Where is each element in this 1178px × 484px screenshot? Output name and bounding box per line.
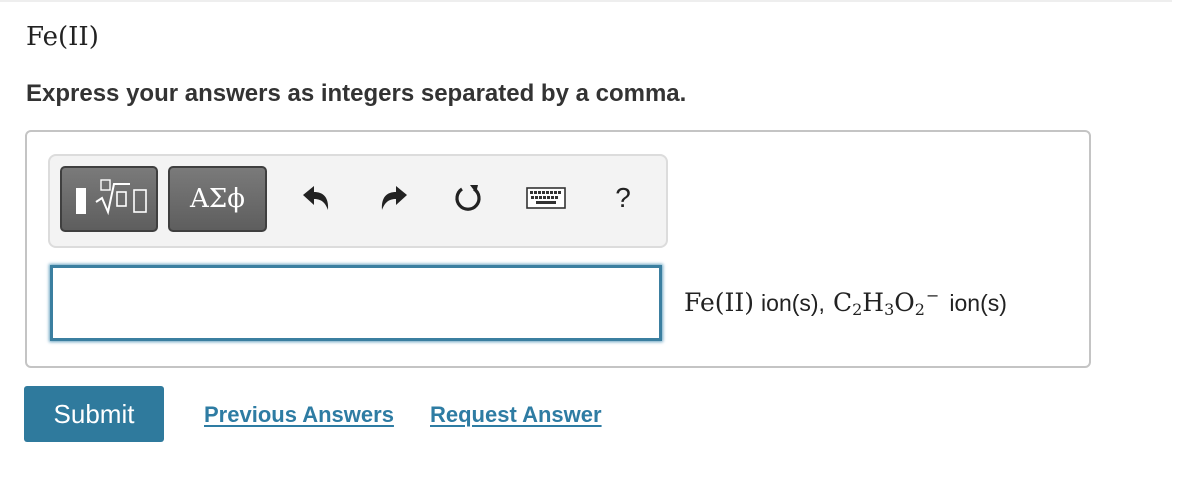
keyboard-icon <box>526 187 566 209</box>
greek-symbols-button[interactable]: ΑΣϕ <box>168 166 267 232</box>
keyboard-button[interactable] <box>524 176 568 220</box>
undo-button[interactable] <box>294 176 338 220</box>
submit-button[interactable]: Submit <box>24 386 164 442</box>
redo-button[interactable] <box>372 176 416 220</box>
ion1-name: Fe(II) <box>684 288 755 317</box>
answer-units: Fe(II) ion(s), C2H3O2− ion(s) <box>684 286 1007 319</box>
answer-instruction: Express your answers as integers separat… <box>26 80 687 107</box>
answer-input[interactable] <box>50 265 662 341</box>
ion1-suffix: ion(s), <box>761 290 825 316</box>
ion2-formula: C2H3O2− <box>832 286 940 319</box>
help-icon: ? <box>615 182 631 213</box>
help-button[interactable]: ? <box>601 176 645 220</box>
ion2-suffix: ion(s) <box>949 290 1007 316</box>
previous-answers-link[interactable]: Previous Answers <box>204 402 394 428</box>
templates-sqrt-icon <box>76 179 147 216</box>
undo-icon <box>303 186 329 210</box>
request-answer-link[interactable]: Request Answer <box>430 402 602 428</box>
reset-icon <box>455 185 481 211</box>
part-title: Fe(II) <box>26 22 99 52</box>
top-divider <box>0 0 1172 2</box>
redo-icon <box>381 186 407 210</box>
templates-button[interactable] <box>60 166 158 232</box>
reset-button[interactable] <box>446 176 490 220</box>
